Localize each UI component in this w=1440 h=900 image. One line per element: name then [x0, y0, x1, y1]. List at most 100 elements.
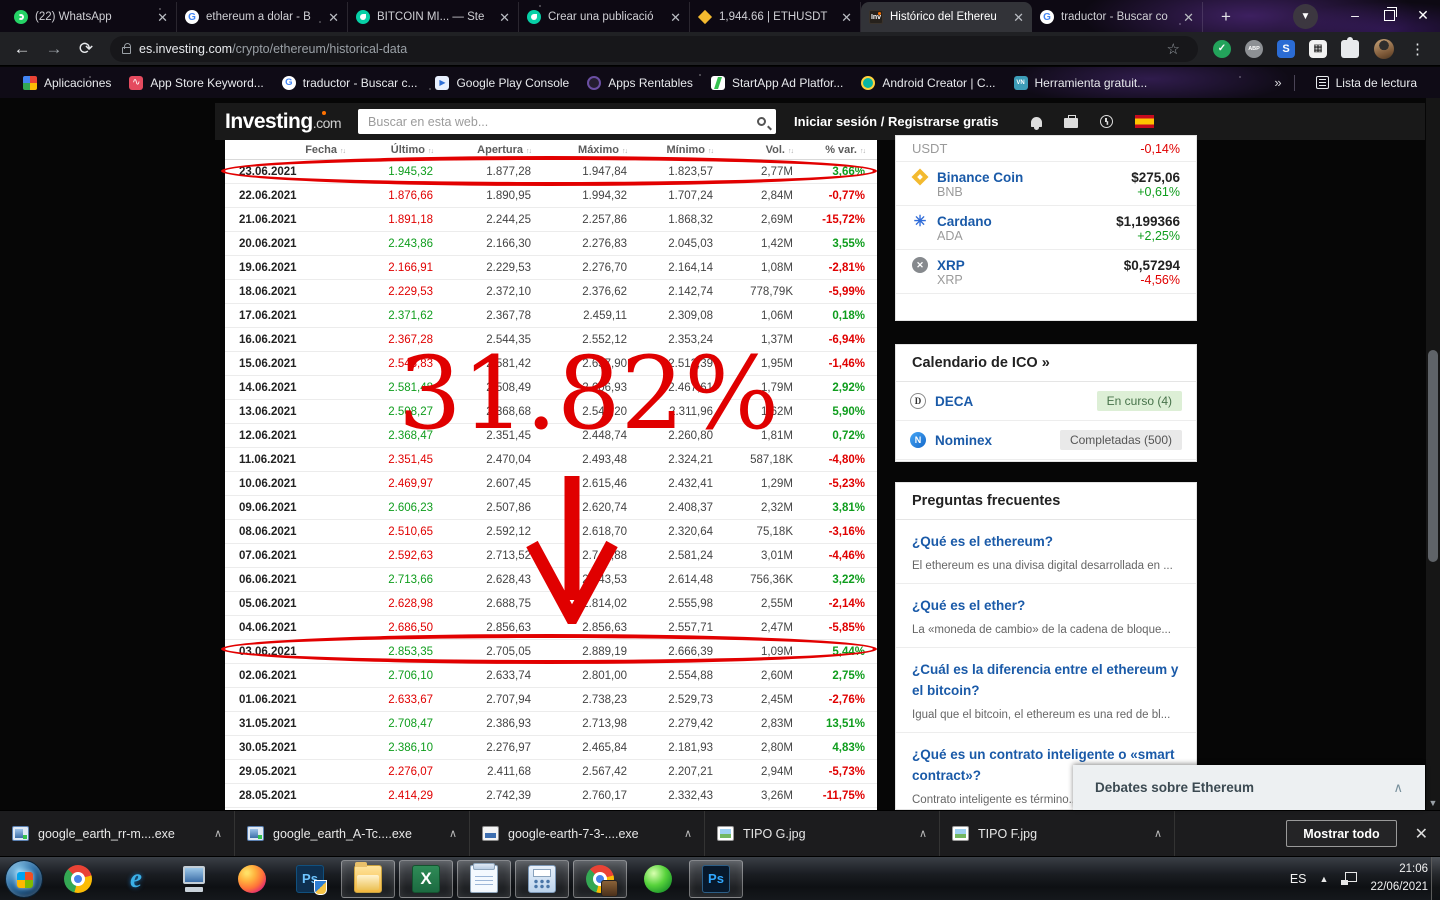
tab-close-icon[interactable]: ✕: [1013, 11, 1024, 24]
browser-menu-icon[interactable]: ⋮: [1410, 40, 1426, 58]
new-tab-button[interactable]: +: [1213, 4, 1239, 30]
language-indicator[interactable]: ES: [1290, 872, 1307, 886]
extension-qr-icon[interactable]: ▦: [1309, 39, 1327, 58]
tab-crear-publicacion[interactable]: Crear una publicació ✕: [519, 2, 690, 32]
bookmark-android-creator[interactable]: Android Creator | C...: [852, 73, 1004, 93]
bookmark-traductor[interactable]: traductor - Buscar c...: [273, 73, 427, 93]
chevron-up-icon[interactable]: ∧: [1393, 780, 1403, 796]
taskbar-chrome-profile[interactable]: [573, 859, 627, 898]
column-header[interactable]: Máximo: [531, 144, 627, 156]
download-options-chevron[interactable]: ∧: [1154, 827, 1162, 840]
ico-name-link[interactable]: DECA: [935, 394, 973, 409]
tab-close-icon[interactable]: ✕: [1183, 11, 1194, 24]
recent-quotes-clock-icon[interactable]: [1099, 115, 1113, 128]
site-search[interactable]: [358, 109, 777, 134]
download-google-earth-a-tc[interactable]: google_earth_A-Tc....exe ∧: [235, 811, 470, 856]
profile-avatar[interactable]: [1374, 38, 1394, 59]
extension-thumbs-icon[interactable]: ✓: [1213, 39, 1231, 58]
tab-close-icon[interactable]: ✕: [499, 11, 510, 24]
search-icon[interactable]: [757, 117, 767, 126]
quote-xrp[interactable]: XRP $0,57294 XRP -4,56%: [896, 250, 1196, 294]
download-options-chevron[interactable]: ∧: [449, 827, 457, 840]
download-google-earth-7-3[interactable]: google-earth-7-3-....exe ∧: [470, 811, 705, 856]
column-header[interactable]: Último: [345, 144, 433, 156]
network-icon[interactable]: [1341, 872, 1358, 885]
download-options-chevron[interactable]: ∧: [214, 827, 222, 840]
media-controls-button[interactable]: ▼: [1293, 4, 1318, 29]
site-search-input[interactable]: [368, 114, 752, 129]
taskbar-firefox[interactable]: [225, 860, 279, 898]
bookmark-star-icon[interactable]: ☆: [1167, 40, 1180, 58]
tab-close-icon[interactable]: ✕: [157, 11, 168, 24]
scrollbar-thumb[interactable]: [1428, 350, 1438, 562]
start-button[interactable]: [5, 859, 43, 898]
taskbar-notepad[interactable]: [457, 859, 511, 898]
restore-button[interactable]: [1372, 0, 1406, 30]
minimize-button[interactable]: –: [1338, 0, 1372, 30]
signin-link[interactable]: Iniciar sesión / Registrarse gratis: [794, 114, 998, 129]
download-google-earth-rr[interactable]: google_earth_rr-m....exe ∧: [0, 811, 235, 856]
taskbar-internet-explorer[interactable]: [109, 860, 163, 898]
forward-button[interactable]: →: [40, 35, 68, 63]
quote-binance-coin[interactable]: Binance Coin $275,06 BNB +0,61%: [896, 162, 1196, 206]
bookmark-apps-rentables[interactable]: Apps Rentables: [578, 73, 702, 93]
bookmarks-overflow-chevron[interactable]: »: [1274, 75, 1281, 90]
taskbar-explorer[interactable]: [341, 859, 395, 898]
quote-name-link[interactable]: Cardano: [937, 214, 992, 229]
download-tipo-g[interactable]: TIPO G.jpg ∧: [705, 811, 940, 856]
extensions-puzzle-icon[interactable]: [1341, 36, 1359, 58]
column-header[interactable]: Mínimo: [627, 144, 713, 156]
faq-question-link[interactable]: ¿Qué es el ethereum?: [912, 532, 1180, 553]
taskbar-photoshop-installer[interactable]: [283, 860, 337, 898]
show-desktop-button[interactable]: [1431, 857, 1440, 900]
tab-close-icon[interactable]: ✕: [328, 11, 339, 24]
extension-adblock-icon[interactable]: ABP: [1245, 39, 1263, 58]
tab-close-icon[interactable]: ✕: [670, 11, 681, 24]
tab-ethereum-a-dolar[interactable]: ethereum a dolar - B ✕: [177, 2, 348, 32]
scrollbar-down-arrow[interactable]: ▼: [1426, 798, 1440, 808]
column-header[interactable]: Fecha: [239, 144, 345, 156]
tab-close-icon[interactable]: ✕: [841, 11, 852, 24]
column-header[interactable]: % var.: [793, 144, 865, 156]
faq-question-link[interactable]: ¿Cuál es la diferencia entre el ethereum…: [912, 660, 1180, 702]
tab-bitcoin-steemit[interactable]: BITCOIN MI... — Ste ✕: [348, 2, 519, 32]
taskbar-photoshop[interactable]: [689, 859, 743, 898]
quote-cardano[interactable]: Cardano $1,199366 ADA +2,25%: [896, 206, 1196, 250]
reading-list-button[interactable]: Lista de lectura: [1307, 73, 1426, 93]
ico-nominex[interactable]: Nominex Completadas (500): [896, 421, 1196, 460]
bookmark-herramienta[interactable]: Herramienta gratuit...: [1005, 73, 1157, 93]
reload-button[interactable]: ⟳: [72, 35, 100, 63]
url-bar[interactable]: es.investing.com/crypto/ethereum/histori…: [110, 35, 1198, 62]
bookmark-aplicaciones[interactable]: Aplicaciones: [14, 73, 120, 93]
download-options-chevron[interactable]: ∧: [919, 827, 927, 840]
column-header[interactable]: Apertura: [433, 144, 531, 156]
bookmark-play-console[interactable]: Google Play Console: [426, 73, 578, 93]
tab-whatsapp[interactable]: (22) WhatsApp ✕: [6, 2, 177, 32]
download-tipo-f[interactable]: TIPO F.jpg ∧: [940, 811, 1175, 856]
lock-icon[interactable]: [122, 42, 131, 54]
close-button[interactable]: ✕: [1406, 0, 1440, 30]
column-header[interactable]: Vol.: [713, 144, 793, 156]
extension-s-icon[interactable]: S: [1277, 39, 1295, 58]
taskbar-chrome[interactable]: [51, 860, 105, 898]
taskbar-excel[interactable]: [399, 859, 453, 898]
debates-panel[interactable]: Debates sobre Ethereum ∧: [1073, 765, 1425, 810]
close-downloads-bar-icon[interactable]: ✕: [1415, 824, 1428, 844]
page-scrollbar[interactable]: ▼: [1426, 98, 1440, 810]
spanish-flag-icon[interactable]: [1134, 115, 1154, 128]
ico-deca[interactable]: DECA En curso (4): [896, 382, 1196, 421]
portfolio-icon[interactable]: [1063, 115, 1078, 128]
taskbar-green-app[interactable]: [631, 860, 685, 898]
ico-name-link[interactable]: Nominex: [935, 433, 992, 448]
back-button[interactable]: ←: [8, 35, 36, 63]
tab-historico-ethereum[interactable]: Histórico del Ethereu ✕: [861, 2, 1032, 32]
ico-calendar-title[interactable]: Calendario de ICO »: [896, 345, 1196, 382]
bookmark-startapp[interactable]: StartApp Ad Platfor...: [702, 73, 852, 93]
taskbar-remote-desktop[interactable]: [167, 860, 221, 898]
quote-row-usdt-partial[interactable]: USDT -0,14%: [896, 136, 1196, 162]
quote-name-link[interactable]: Binance Coin: [937, 170, 1023, 185]
tab-traductor[interactable]: traductor - Buscar co ✕: [1032, 2, 1203, 32]
notifications-bell-icon[interactable]: [1030, 116, 1042, 130]
investing-logo[interactable]: Investing.com: [225, 110, 342, 134]
hidden-icons-chevron[interactable]: ▲: [1320, 874, 1329, 884]
